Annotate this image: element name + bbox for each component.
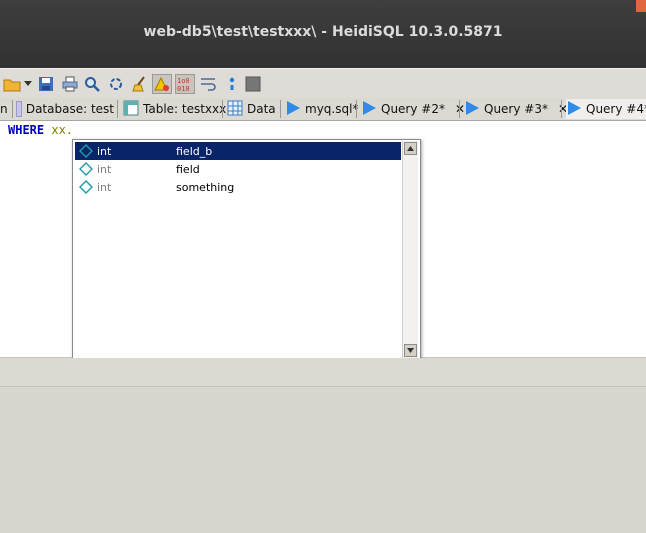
play-icon — [566, 100, 582, 119]
play-icon — [361, 100, 377, 119]
field-name: field — [176, 162, 200, 176]
title-bar: web-db5\test\testxxx\ - HeidiSQL 10.3.0.… — [0, 0, 646, 68]
search-icon[interactable] — [82, 74, 102, 94]
autocomplete-item[interactable]: int field — [75, 160, 401, 178]
autocomplete-item[interactable]: int something — [75, 178, 401, 196]
sql-keyword: WHERE — [8, 123, 45, 137]
field-type: int — [97, 180, 112, 194]
dropdown-arrow-icon[interactable] — [22, 74, 34, 94]
folder-icon[interactable] — [2, 74, 22, 94]
sql-code-line: WHERE xx. — [8, 123, 73, 137]
tab-separator — [459, 100, 460, 118]
result-area — [0, 387, 646, 533]
field-type: int — [97, 144, 112, 158]
scroll-up-button[interactable] — [404, 142, 417, 155]
search-replace-icon[interactable] — [106, 74, 126, 94]
print-icon[interactable] — [60, 74, 80, 94]
tab-myq-sql[interactable]: myq.sql* — [285, 99, 359, 119]
stop-icon[interactable] — [243, 74, 263, 94]
tab-data[interactable]: Data — [227, 99, 277, 119]
sql-text: xx. — [44, 123, 74, 137]
svg-text:1o0: 1o0 — [177, 77, 190, 85]
tab-label: Database: test — [25, 102, 114, 116]
splitter-panel[interactable] — [0, 358, 646, 387]
arrow-up-icon — [407, 146, 414, 151]
field-name: something — [176, 180, 235, 194]
tab-label: Data — [247, 102, 276, 116]
tab-separator — [356, 100, 357, 118]
save-icon[interactable] — [36, 74, 56, 94]
field-icon — [79, 180, 93, 194]
tab-table[interactable]: Table: testxxx — [123, 99, 226, 119]
field-name: field_b — [176, 144, 213, 158]
arrow-down-icon — [407, 348, 414, 353]
scrollbar[interactable] — [402, 141, 418, 358]
tab-database[interactable]: Database: test — [16, 99, 114, 119]
scroll-down-button[interactable] — [404, 344, 417, 357]
play-icon — [464, 100, 480, 119]
field-type: int — [97, 162, 112, 176]
tab-separator — [280, 100, 281, 118]
semicolon-icon[interactable] — [222, 74, 242, 94]
autocomplete-popup: int field_b int field int something — [72, 139, 421, 362]
tab-label: Query #2* — [381, 102, 445, 116]
clear-icon[interactable] — [130, 74, 150, 94]
autocomplete-item[interactable]: int field_b — [75, 142, 401, 160]
wrap-icon[interactable] — [198, 74, 218, 94]
tab-query-3[interactable]: Query #3* ✕ — [464, 99, 568, 119]
tab-label: Table: testxxx — [143, 102, 227, 116]
binary-icon[interactable]: 1o0 010 — [175, 74, 195, 94]
svg-text:010: 010 — [177, 85, 190, 92]
tab-label: myq.sql* — [305, 102, 359, 116]
table-icon — [123, 100, 139, 119]
tab-host[interactable]: n — [0, 99, 12, 119]
tab-separator — [561, 100, 562, 118]
tab-query-4[interactable]: Query #4* — [566, 99, 646, 119]
window-title: web-db5\test\testxxx\ - HeidiSQL 10.3.0.… — [143, 24, 503, 40]
warning-icon[interactable] — [152, 74, 172, 94]
grid-icon — [227, 100, 243, 119]
field-icon — [79, 144, 93, 158]
tab-separator — [12, 100, 13, 118]
database-icon — [16, 101, 22, 117]
play-icon — [285, 100, 301, 119]
tab-label: Query #3* — [484, 102, 548, 116]
tab-separator — [222, 100, 223, 118]
tab-label: Query #4* — [586, 102, 646, 116]
field-icon — [79, 162, 93, 176]
tab-label: n — [0, 102, 8, 116]
tab-separator — [117, 100, 118, 118]
tab-query-2[interactable]: Query #2* ✕ — [361, 99, 465, 119]
close-window-button[interactable] — [636, 0, 646, 12]
